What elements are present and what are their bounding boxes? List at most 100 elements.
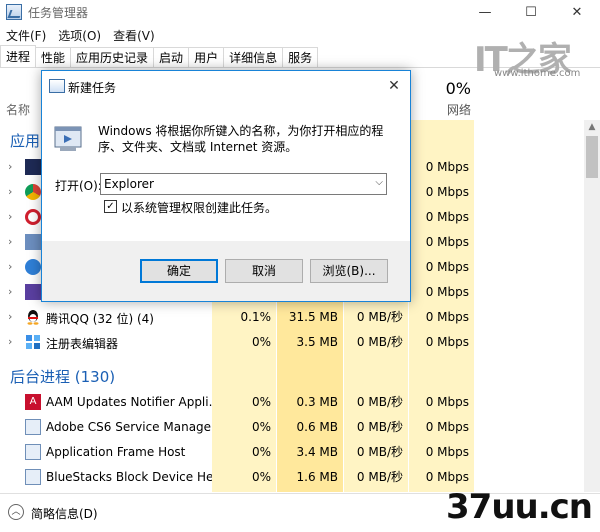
- cancel-button[interactable]: 取消: [225, 259, 303, 283]
- dialog-close-icon[interactable]: ✕: [382, 75, 406, 97]
- net-cell: 0 Mbps: [409, 330, 474, 355]
- chevron-down-icon[interactable]: ⌵: [375, 177, 383, 188]
- memory-cell: 31.5 MB: [277, 305, 343, 330]
- scroll-up-arrow-icon[interactable]: ▲: [584, 120, 600, 134]
- open-combobox[interactable]: Explorer ⌵: [100, 173, 387, 195]
- chevron-up-icon[interactable]: ︿: [8, 504, 24, 520]
- network-column-header[interactable]: 网络: [445, 101, 471, 118]
- dialog-description: Windows 将根据你所键入的名称，为你打开相应的程序、文件夹、文档或 Int…: [98, 124, 384, 154]
- memory-cell: 1.6 MB: [277, 465, 343, 490]
- expand-chevron-icon[interactable]: ›: [8, 285, 12, 298]
- tab-services[interactable]: 服务: [282, 47, 319, 67]
- disk-cell: 0 MB/秒: [344, 330, 408, 355]
- expand-chevron-icon[interactable]: ›: [8, 335, 12, 348]
- table-row[interactable]: Application Frame Host 0% 3.4 MB 0 MB/秒 …: [0, 440, 584, 465]
- menu-options[interactable]: 选项(O): [52, 27, 107, 44]
- table-row[interactable]: Adobe CS6 Service Manager... 0% 0.6 MB 0…: [0, 415, 584, 440]
- cpu-cell: 0%: [212, 330, 276, 355]
- minimize-button[interactable]: —: [462, 0, 508, 24]
- opera-icon: [25, 209, 41, 225]
- dialog-title: 新建任务: [68, 81, 117, 95]
- run-program-icon: [52, 121, 86, 155]
- net-cell: 0 Mbps: [409, 205, 474, 230]
- net-cell: 0 Mbps: [409, 180, 474, 205]
- memory-cell: 0.3 MB: [277, 390, 343, 415]
- table-row[interactable]: › 腾讯QQ (32 位) (4) 0.1% 31.5 MB 0 MB/秒 0 …: [0, 305, 584, 330]
- ok-button[interactable]: 确定: [140, 259, 218, 283]
- disk-cell: 0 MB/秒: [344, 465, 408, 490]
- globe-icon: [25, 259, 41, 275]
- settings-gear-icon: [25, 284, 41, 300]
- memory-cell: 0.6 MB: [277, 415, 343, 440]
- photoshop-icon: [25, 159, 41, 175]
- process-name: Application Frame Host: [46, 445, 186, 459]
- browse-button[interactable]: 浏览(B)...: [310, 259, 388, 283]
- admin-checkbox-label[interactable]: 以系统管理权限创建此任务。: [121, 199, 277, 216]
- net-cell: 0 Mbps: [409, 230, 474, 255]
- qq-penguin-icon: [25, 309, 41, 325]
- expand-chevron-icon[interactable]: ›: [8, 210, 12, 223]
- menu-file[interactable]: 文件(F): [0, 27, 52, 44]
- process-name: 注册表编辑器: [46, 337, 119, 351]
- net-cell: 0 Mbps: [409, 390, 474, 415]
- dialog-title-bar: 新建任务 ✕: [42, 71, 410, 101]
- vertical-scrollbar[interactable]: ▲: [584, 120, 600, 492]
- open-input-value[interactable]: Explorer: [104, 177, 154, 191]
- site-watermark: 37uu.cn: [446, 487, 593, 527]
- memory-cell: 3.4 MB: [277, 440, 343, 465]
- tab-processes[interactable]: 进程: [0, 45, 37, 67]
- net-cell: 0 Mbps: [409, 280, 474, 305]
- process-name: BlueStacks Block Device Hel...: [46, 470, 229, 484]
- network-usage-percent: 0%: [445, 79, 471, 98]
- service-window-icon: [25, 419, 41, 435]
- disk-cell: 0 MB/秒: [344, 440, 408, 465]
- process-name: Adobe CS6 Service Manager...: [46, 420, 227, 434]
- background-group-title: 后台进程 (130): [10, 368, 116, 386]
- chrome-icon: [25, 184, 41, 200]
- net-cell: 0 Mbps: [409, 305, 474, 330]
- window-title: 任务管理器: [28, 5, 89, 20]
- cpu-cell: 0%: [212, 390, 276, 415]
- apps-group-title: 应用: [10, 132, 41, 150]
- disk-cell: 0 MB/秒: [344, 390, 408, 415]
- menu-bar: 文件(F) 选项(O) 查看(V): [0, 25, 161, 45]
- dialog-body: Windows 将根据你所键入的名称，为你打开相应的程序、文件夹、文档或 Int…: [42, 101, 410, 241]
- expand-chevron-icon[interactable]: ›: [8, 160, 12, 173]
- tab-details[interactable]: 详细信息: [223, 47, 284, 67]
- fewer-details-link[interactable]: 简略信息(D): [31, 505, 98, 522]
- admin-checkbox[interactable]: ✓: [104, 200, 117, 213]
- tab-performance[interactable]: 性能: [35, 47, 72, 67]
- open-label: 打开(O):: [55, 179, 102, 193]
- process-name: AAM Updates Notifier Appli...: [46, 395, 221, 409]
- maximize-button[interactable]: ☐: [508, 0, 554, 24]
- process-name: 腾讯QQ (32 位) (4): [46, 312, 154, 326]
- menu-view[interactable]: 查看(V): [107, 27, 161, 44]
- dialog-window-icon: [49, 79, 65, 93]
- close-button[interactable]: ✕: [554, 0, 600, 24]
- net-cell: 0 Mbps: [409, 255, 474, 280]
- title-bar: 任务管理器 — ☐ ✕: [0, 0, 600, 24]
- disk-cell: 0 MB/秒: [344, 305, 408, 330]
- registry-editor-icon: [25, 334, 41, 350]
- expand-chevron-icon[interactable]: ›: [8, 235, 12, 248]
- app-frame-icon: [25, 444, 41, 460]
- image-viewer-icon: [25, 234, 41, 250]
- cpu-cell: 0%: [212, 415, 276, 440]
- net-cell: 0 Mbps: [409, 155, 474, 180]
- memory-cell: 3.5 MB: [277, 330, 343, 355]
- disk-cell: 0 MB/秒: [344, 415, 408, 440]
- net-cell: 0 Mbps: [409, 440, 474, 465]
- expand-chevron-icon[interactable]: ›: [8, 260, 12, 273]
- expand-chevron-icon[interactable]: ›: [8, 310, 12, 323]
- table-row[interactable]: › 注册表编辑器 0% 3.5 MB 0 MB/秒 0 Mbps: [0, 330, 584, 355]
- scroll-thumb[interactable]: [586, 136, 598, 178]
- tab-users[interactable]: 用户: [188, 47, 225, 67]
- tab-startup[interactable]: 启动: [153, 47, 190, 67]
- name-column-header[interactable]: 名称: [6, 101, 30, 118]
- cpu-cell: 0%: [212, 440, 276, 465]
- tab-app-history[interactable]: 应用历史记录: [70, 47, 155, 67]
- table-row[interactable]: A AAM Updates Notifier Appli... 0% 0.3 M…: [0, 390, 584, 415]
- cpu-cell: 0.1%: [212, 305, 276, 330]
- expand-chevron-icon[interactable]: ›: [8, 185, 12, 198]
- net-cell: 0 Mbps: [409, 415, 474, 440]
